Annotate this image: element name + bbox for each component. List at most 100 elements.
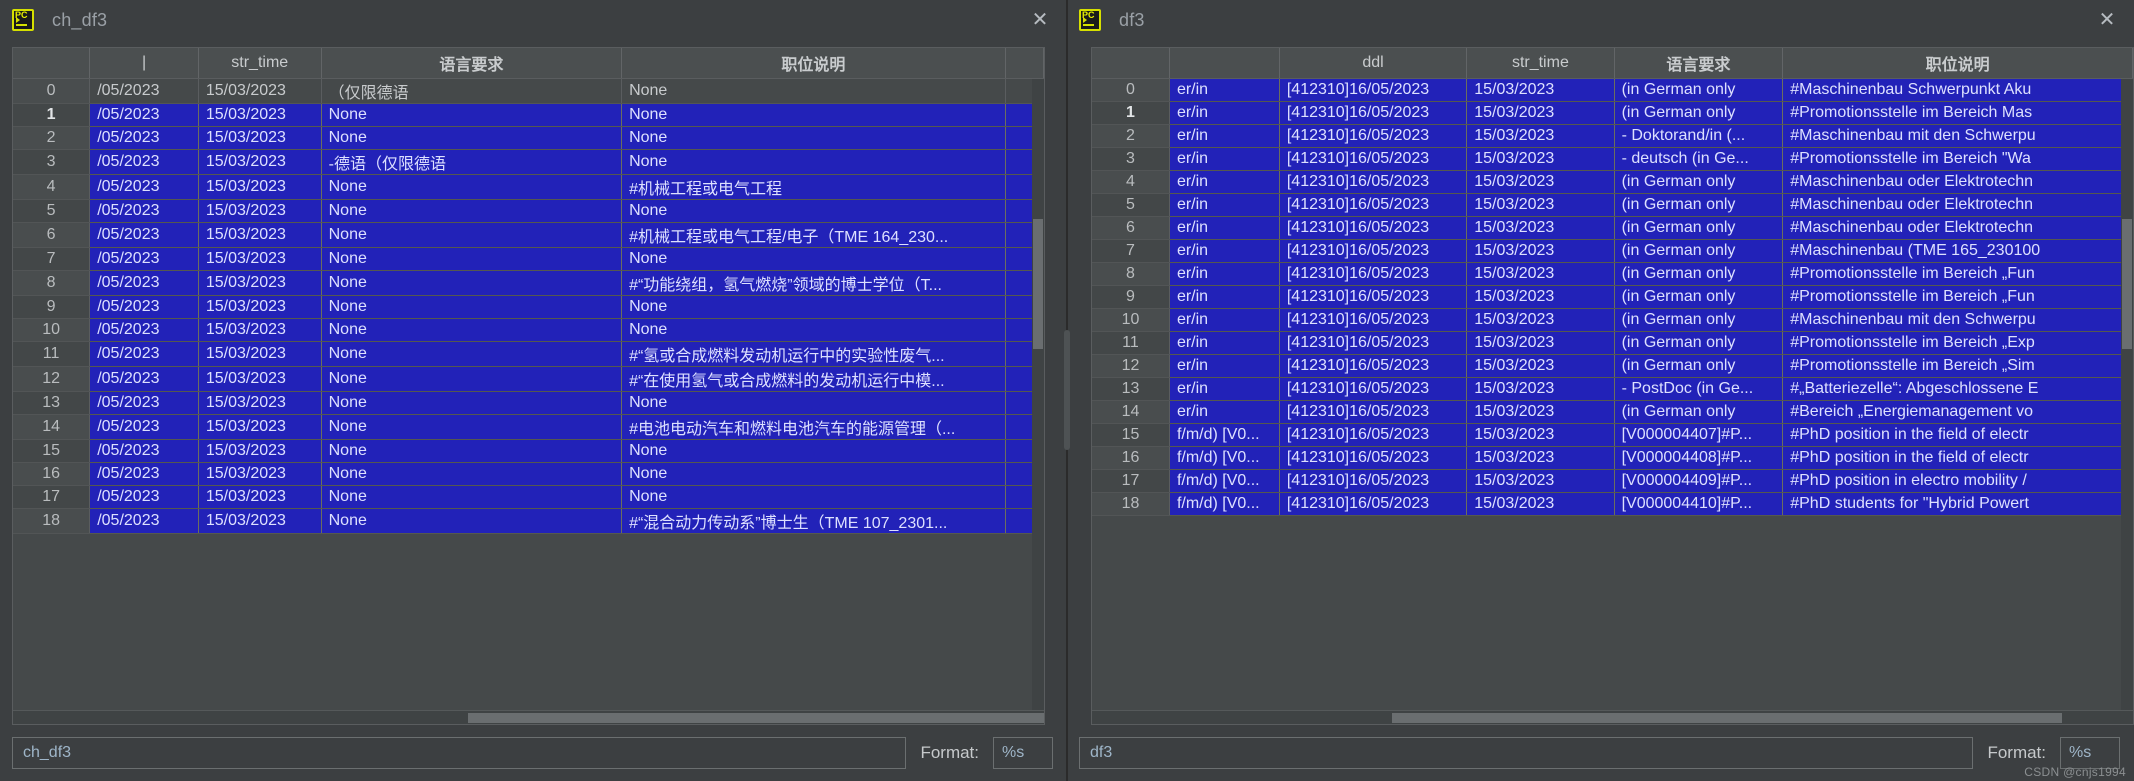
cell-language[interactable]: (in German only bbox=[1614, 170, 1784, 194]
row-index[interactable]: 5 bbox=[13, 199, 91, 223]
table-row[interactable]: 10 er/in [412310]16/05/2023 15/03/2023 (in G… bbox=[1092, 308, 2133, 332]
cell-language[interactable]: (in German only bbox=[1614, 400, 1784, 424]
cell-str-time[interactable]: 15/03/2023 bbox=[198, 462, 322, 486]
window-divider[interactable] bbox=[1064, 0, 1070, 781]
cell-str-time[interactable]: 15/03/2023 bbox=[198, 341, 322, 367]
cell-str-time[interactable]: 15/03/2023 bbox=[1466, 262, 1615, 286]
table-row[interactable]: 18/05/2023 15/03/2023 None #“混合动力传动系”博士生（TM… bbox=[13, 508, 1044, 534]
cell-partial[interactable]: /05/2023 bbox=[89, 222, 199, 248]
row-index[interactable]: 11 bbox=[1092, 331, 1170, 355]
row-index[interactable]: 13 bbox=[1092, 377, 1170, 401]
cell-str-time[interactable]: 15/03/2023 bbox=[198, 174, 322, 200]
cell-ddl[interactable]: [412310]16/05/2023 bbox=[1279, 101, 1468, 125]
cell-partial[interactable]: /05/2023 bbox=[89, 318, 199, 342]
right-col-header-language[interactable]: 语言要求 bbox=[1614, 48, 1784, 79]
row-index[interactable]: 14 bbox=[1092, 400, 1170, 424]
cell-job-desc[interactable]: #PhD students for "Hybrid Powert bbox=[1782, 492, 2133, 516]
cell-str-time[interactable]: 15/03/2023 bbox=[1466, 124, 1615, 148]
row-index[interactable]: 0 bbox=[1092, 78, 1170, 102]
cell-language[interactable]: None bbox=[321, 103, 623, 127]
cell-str-time[interactable]: 15/03/2023 bbox=[198, 149, 322, 175]
cell-language[interactable]: None bbox=[321, 174, 623, 200]
table-row[interactable]: 11/05/2023 15/03/2023 None #“氢或合成燃料发动机运行中的实… bbox=[13, 341, 1044, 367]
row-index[interactable]: 4 bbox=[1092, 170, 1170, 194]
table-row[interactable]: 9/05/2023 15/03/2023 None None bbox=[13, 295, 1044, 319]
cell-language[interactable]: -德语（仅限德语 bbox=[321, 149, 623, 175]
row-index[interactable]: 17 bbox=[1092, 469, 1170, 493]
cell-partial[interactable]: f/m/d) [V0... bbox=[1169, 469, 1280, 493]
cell-language[interactable]: (in German only bbox=[1614, 78, 1784, 102]
cell-str-time[interactable]: 15/03/2023 bbox=[1466, 423, 1615, 447]
cell-job-desc[interactable]: #电池电动汽车和燃料电池汽车的能源管理（... bbox=[621, 414, 1006, 440]
cell-language[interactable]: (in German only bbox=[1614, 285, 1784, 309]
cell-language[interactable]: (in German only bbox=[1614, 101, 1784, 125]
cell-str-time[interactable]: 15/03/2023 bbox=[198, 199, 322, 223]
row-index[interactable]: 4 bbox=[13, 174, 91, 200]
cell-str-time[interactable]: 15/03/2023 bbox=[1466, 285, 1615, 309]
cell-partial[interactable]: /05/2023 bbox=[89, 508, 199, 534]
cell-str-time[interactable]: 15/03/2023 bbox=[198, 508, 322, 534]
right-data-grid[interactable]: ddl str_time 语言要求 职位说明 0 er/in [412310]16/… bbox=[1091, 47, 2134, 725]
cell-str-time[interactable]: 15/03/2023 bbox=[198, 439, 322, 463]
cell-job-desc[interactable]: #Maschinenbau mit den Schwerpu bbox=[1782, 308, 2133, 332]
cell-job-desc[interactable]: #Maschinenbau mit den Schwerpu bbox=[1782, 124, 2133, 148]
cell-language[interactable]: None bbox=[321, 508, 623, 534]
cell-str-time[interactable]: 15/03/2023 bbox=[1466, 446, 1615, 470]
table-row[interactable]: 16/05/2023 15/03/2023 None None bbox=[13, 462, 1044, 486]
cell-partial[interactable]: er/in bbox=[1169, 170, 1280, 194]
cell-ddl[interactable]: [412310]16/05/2023 bbox=[1279, 285, 1468, 309]
row-index[interactable]: 3 bbox=[13, 149, 91, 175]
table-row[interactable]: 7 er/in [412310]16/05/2023 15/03/2023 (in Ge… bbox=[1092, 239, 2133, 263]
row-index[interactable]: 8 bbox=[13, 270, 91, 296]
cell-job-desc[interactable]: #机械工程或电气工程 bbox=[621, 174, 1006, 200]
cell-str-time[interactable]: 15/03/2023 bbox=[198, 366, 322, 392]
right-col-header-index[interactable] bbox=[1092, 48, 1170, 79]
left-col-header-job-desc[interactable]: 职位说明 bbox=[621, 48, 1006, 79]
right-vertical-scrollbar[interactable] bbox=[2121, 79, 2133, 710]
cell-job-desc[interactable]: #“氢或合成燃料发动机运行中的实验性废气... bbox=[621, 341, 1006, 367]
table-row[interactable]: 7/05/2023 15/03/2023 None None bbox=[13, 247, 1044, 271]
table-row[interactable]: 17 f/m/d) [V0... [412310]16/05/2023 15/03/2… bbox=[1092, 469, 2133, 493]
table-row[interactable]: 11 er/in [412310]16/05/2023 15/03/2023 (in G… bbox=[1092, 331, 2133, 355]
cell-language[interactable]: None bbox=[321, 462, 623, 486]
cell-ddl[interactable]: [412310]16/05/2023 bbox=[1279, 446, 1468, 470]
cell-partial[interactable]: er/in bbox=[1169, 193, 1280, 217]
left-format-field[interactable]: %s bbox=[993, 737, 1053, 769]
cell-partial[interactable]: f/m/d) [V0... bbox=[1169, 423, 1280, 447]
table-row[interactable]: 12/05/2023 15/03/2023 None #“在使用氢气或合成燃料的发动机… bbox=[13, 366, 1044, 392]
cell-language[interactable]: None bbox=[321, 222, 623, 248]
left-data-grid[interactable]: | str_time 语言要求 职位说明 0/05/2023 15/03/2023… bbox=[12, 47, 1045, 725]
left-name-field[interactable]: ch_df3 bbox=[12, 737, 907, 769]
table-row[interactable]: 17/05/2023 15/03/2023 None None bbox=[13, 485, 1044, 509]
cell-partial[interactable]: f/m/d) [V0... bbox=[1169, 446, 1280, 470]
cell-str-time[interactable]: 15/03/2023 bbox=[198, 126, 322, 150]
cell-str-time[interactable]: 15/03/2023 bbox=[198, 391, 322, 415]
cell-language[interactable]: [V000004408]#P... bbox=[1614, 446, 1784, 470]
row-index[interactable]: 5 bbox=[1092, 193, 1170, 217]
cell-ddl[interactable]: [412310]16/05/2023 bbox=[1279, 492, 1468, 516]
row-index[interactable]: 1 bbox=[13, 103, 91, 127]
cell-str-time[interactable]: 15/03/2023 bbox=[1466, 147, 1615, 171]
table-row[interactable]: 18 f/m/d) [V0... [412310]16/05/2023 15/03/2… bbox=[1092, 492, 2133, 516]
cell-ddl[interactable]: [412310]16/05/2023 bbox=[1279, 147, 1468, 171]
table-row[interactable]: 13 er/in [412310]16/05/2023 15/03/2023- Pos… bbox=[1092, 377, 2133, 401]
cell-language[interactable]: (in German only bbox=[1614, 239, 1784, 263]
row-index[interactable]: 15 bbox=[1092, 423, 1170, 447]
table-row[interactable]: 0 er/in [412310]16/05/2023 15/03/2023 (in Ge… bbox=[1092, 78, 2133, 102]
table-row[interactable]: 6/05/2023 15/03/2023 None #机械工程或电气工程/电子（TME… bbox=[13, 222, 1044, 248]
left-col-header-language[interactable]: 语言要求 bbox=[321, 48, 623, 79]
cell-ddl[interactable]: [412310]16/05/2023 bbox=[1279, 331, 1468, 355]
cell-ddl[interactable]: [412310]16/05/2023 bbox=[1279, 193, 1468, 217]
cell-language[interactable]: - deutsch (in Ge... bbox=[1614, 147, 1784, 171]
table-row[interactable]: 15 f/m/d) [V0... [412310]16/05/2023 15/03/2… bbox=[1092, 423, 2133, 447]
cell-partial[interactable]: /05/2023 bbox=[89, 485, 199, 509]
cell-str-time[interactable]: 15/03/2023 bbox=[1466, 400, 1615, 424]
cell-partial[interactable]: er/in bbox=[1169, 331, 1280, 355]
cell-str-time[interactable]: 15/03/2023 bbox=[198, 318, 322, 342]
cell-language[interactable]: （仅限德语 bbox=[321, 78, 623, 104]
cell-language[interactable]: (in German only bbox=[1614, 354, 1784, 378]
row-index[interactable]: 1 bbox=[1092, 101, 1170, 125]
cell-partial[interactable]: /05/2023 bbox=[89, 126, 199, 150]
table-row[interactable]: 14 er/in [412310]16/05/2023 15/03/2023 (in G… bbox=[1092, 400, 2133, 424]
left-vertical-scrollbar[interactable] bbox=[1032, 79, 1044, 710]
